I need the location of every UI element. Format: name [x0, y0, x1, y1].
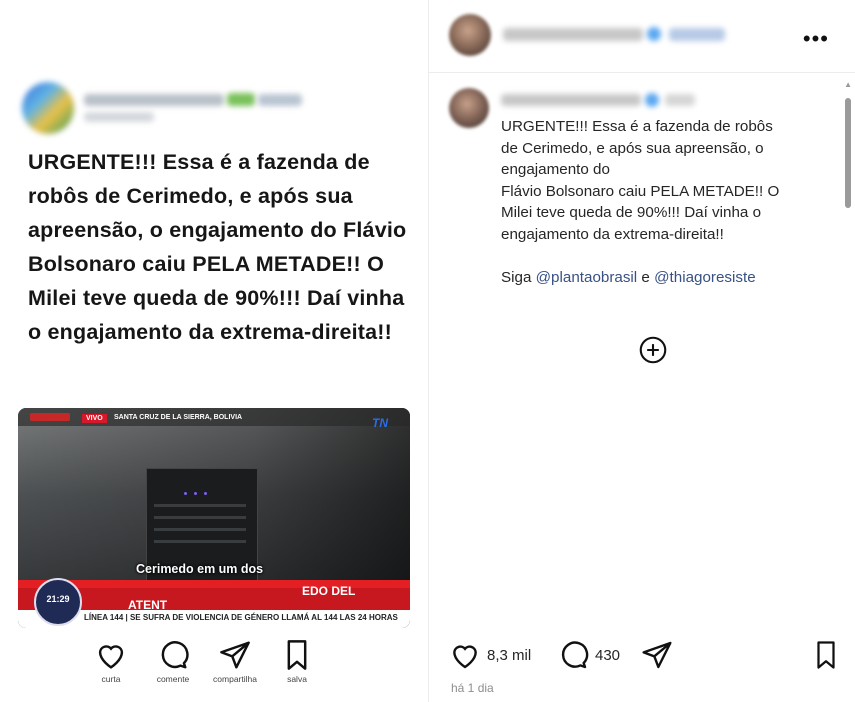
caption-author-avatar[interactable]: [449, 88, 489, 128]
rack-led: [184, 492, 187, 495]
caption-line: URGENTE!!! Essa é a fazenda de robôs: [501, 118, 773, 135]
save-action[interactable]: salva: [272, 640, 322, 684]
lower-third-text: EDO DEL: [302, 584, 356, 598]
caption-line: Flávio Bolsonaro caiu PELA METADE!! O: [501, 182, 780, 200]
follow-join: e: [641, 268, 650, 286]
caption-line: engajamento do: [501, 161, 610, 178]
comment-button[interactable]: [557, 640, 589, 675]
rack-led: [194, 492, 197, 495]
blurred-caption-time: [665, 94, 695, 106]
like-action[interactable]: curta: [86, 640, 136, 684]
like-label: curta: [101, 674, 121, 684]
rack-slot: [154, 504, 246, 507]
rack-slot: [154, 540, 246, 543]
rack-slot: [154, 528, 246, 531]
more-options-icon[interactable]: •••: [803, 26, 829, 52]
heart-icon: [453, 645, 477, 669]
bookmark-icon: [287, 640, 307, 670]
share-label: compartilha: [213, 674, 257, 684]
post-header: •••: [429, 0, 855, 73]
blurred-avatar: [22, 82, 74, 134]
ticker-text: LÍNEA 144 | SE SUFRA DE VIOLENCIA DE GÉN…: [84, 613, 398, 622]
post-timestamp: há 1 dia: [451, 681, 494, 695]
comment-icon: [561, 641, 589, 669]
comment-action[interactable]: comente: [148, 640, 198, 684]
clock-time: 21:29: [46, 594, 70, 604]
share-icon: [220, 641, 250, 669]
left-action-bar: curta comente compartilha salva: [86, 640, 326, 690]
caption-line: Milei teve queda de 90%!!! Daí vinha o: [501, 204, 762, 221]
mention-link-2[interactable]: @thiagoresiste: [654, 269, 756, 286]
tn-logo: TN: [372, 416, 388, 430]
share-action[interactable]: compartilha: [210, 640, 260, 684]
video-subtitle: Cerimedo em um dos: [136, 562, 264, 576]
scrollbar-thumb[interactable]: [845, 98, 851, 208]
save-button[interactable]: [811, 640, 841, 675]
channel-logo: [30, 413, 70, 421]
blurred-handle: [258, 94, 302, 106]
bookmark-icon: [817, 641, 835, 669]
comment-icon: [161, 641, 189, 669]
blurred-caption-badge: [645, 93, 659, 107]
save-label: salva: [287, 674, 307, 684]
caption-line: engajamento da extrema-direita!!: [501, 225, 724, 243]
blurred-badge: [227, 93, 255, 106]
comment-count[interactable]: 430: [595, 647, 620, 664]
scroll-up-arrow[interactable]: ▲: [844, 80, 852, 89]
right-action-bar: 8,3 mil 430: [449, 640, 849, 674]
like-button[interactable]: [449, 640, 481, 675]
blurred-verified-badge: [647, 27, 661, 41]
rack-slot: [154, 516, 246, 519]
share-button[interactable]: [641, 640, 673, 675]
blurred-subline: [84, 112, 154, 122]
heart-icon: [98, 645, 124, 669]
caption-text: URGENTE!!! Essa é a fazenda de robôs de …: [501, 116, 821, 288]
clock-badge: 21:29: [34, 578, 82, 626]
like-count[interactable]: 8,3 mil: [487, 647, 531, 664]
mention-link[interactable]: @plantaobrasil: [536, 269, 638, 286]
left-post-header: [22, 82, 322, 138]
comment-label: comente: [156, 674, 190, 684]
blurred-username: [84, 94, 224, 106]
blurred-caption-author: [501, 94, 641, 106]
live-badge: VIVO: [82, 414, 107, 423]
blurred-author-name: [503, 28, 643, 41]
caption-spacer: [501, 245, 821, 267]
caption-line: de Cerimedo, e após sua apreensão, o: [501, 139, 764, 157]
blurred-follow-link: [669, 28, 725, 41]
follow-prefix: Siga: [501, 268, 532, 286]
share-icon: [642, 641, 672, 669]
video-thumbnail[interactable]: VIVO SANTA CRUZ DE LA SIERRA, BOLIVIA TN…: [18, 408, 410, 628]
left-post: URGENTE!!! Essa é a fazenda de robôs de …: [0, 0, 428, 702]
follow-line: Siga @plantaobrasil e @thiagoresiste: [501, 267, 821, 289]
load-more-comments-button[interactable]: [639, 336, 667, 369]
author-avatar[interactable]: [449, 14, 491, 56]
rack-led: [204, 492, 207, 495]
location-label: SANTA CRUZ DE LA SIERRA, BOLIVIA: [114, 414, 243, 421]
plus-circle-icon: [639, 336, 667, 364]
left-caption: URGENTE!!! Essa é a fazenda de robôs de …: [28, 150, 407, 344]
right-post: ••• ▲ URGENTE!!! Essa é a fazenda de rob…: [429, 0, 855, 702]
